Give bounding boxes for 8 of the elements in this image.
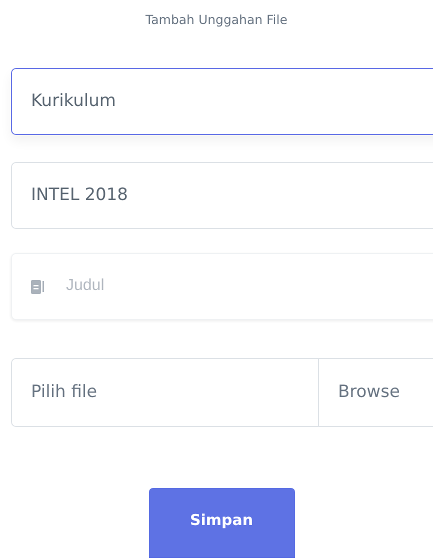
select-field[interactable]: Kurikulum bbox=[11, 68, 433, 135]
select-field[interactable]: INTEL 2018 bbox=[11, 162, 433, 229]
form-title: Tambah Unggahan File bbox=[146, 11, 288, 29]
browse-button[interactable]: Browse bbox=[319, 358, 433, 427]
file-field[interactable]: Pilih file bbox=[11, 358, 319, 427]
save-button[interactable]: Simpan bbox=[148, 488, 294, 558]
document-icon bbox=[31, 278, 45, 295]
title-field[interactable]: Judul bbox=[11, 252, 433, 320]
